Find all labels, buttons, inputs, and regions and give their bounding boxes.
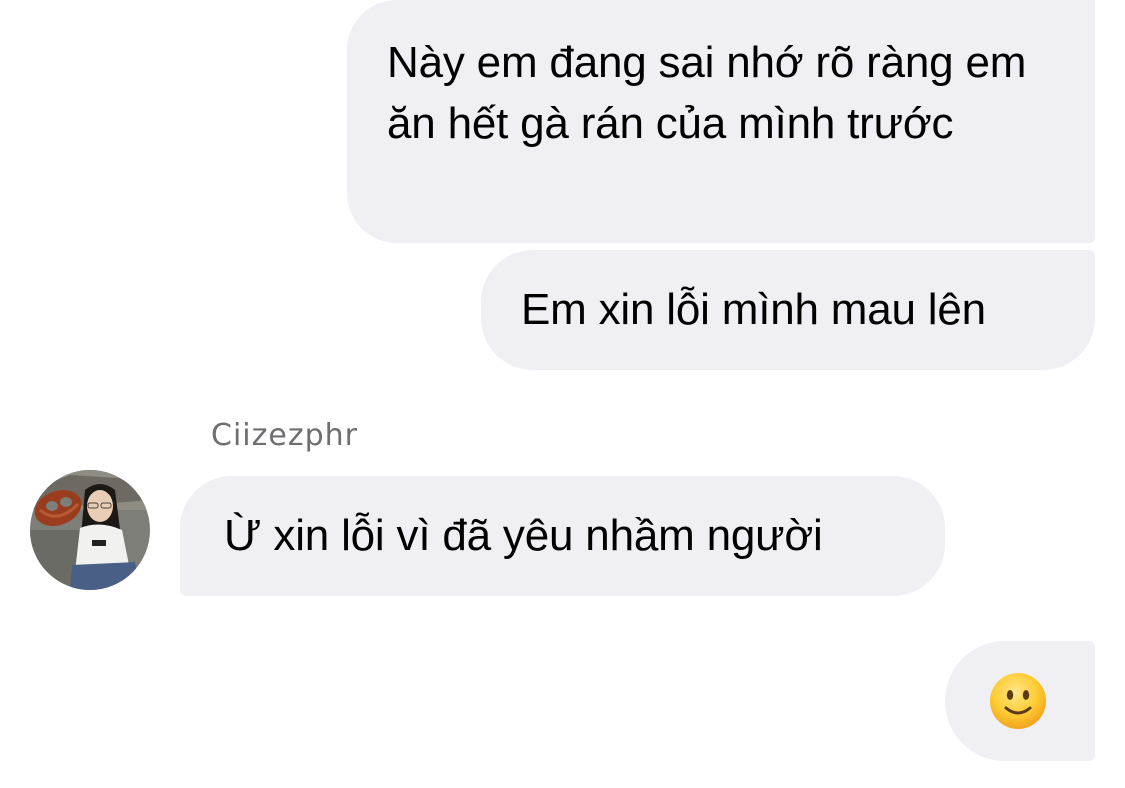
- outgoing-message-bubble[interactable]: Em xin lỗi mình mau lên: [481, 250, 1095, 370]
- message-text: Em xin lỗi mình mau lên: [521, 285, 986, 334]
- sender-name: Ciizezphr: [211, 418, 358, 453]
- outgoing-message-bubble[interactable]: Này em đang sai nhớ rõ ràng em ăn hết gà…: [347, 0, 1095, 243]
- message-text: Này em đang sai nhớ rõ ràng em ăn hết gà…: [387, 38, 1027, 148]
- slightly-smiling-face-icon: [990, 673, 1046, 729]
- message-text: Ừ xin lỗi vì đã yêu nhầm người: [224, 511, 823, 560]
- profile-photo: [30, 470, 150, 590]
- avatar[interactable]: [30, 470, 150, 590]
- incoming-message-bubble[interactable]: Ừ xin lỗi vì đã yêu nhầm người: [180, 476, 945, 596]
- outgoing-emoji-bubble[interactable]: [945, 641, 1095, 761]
